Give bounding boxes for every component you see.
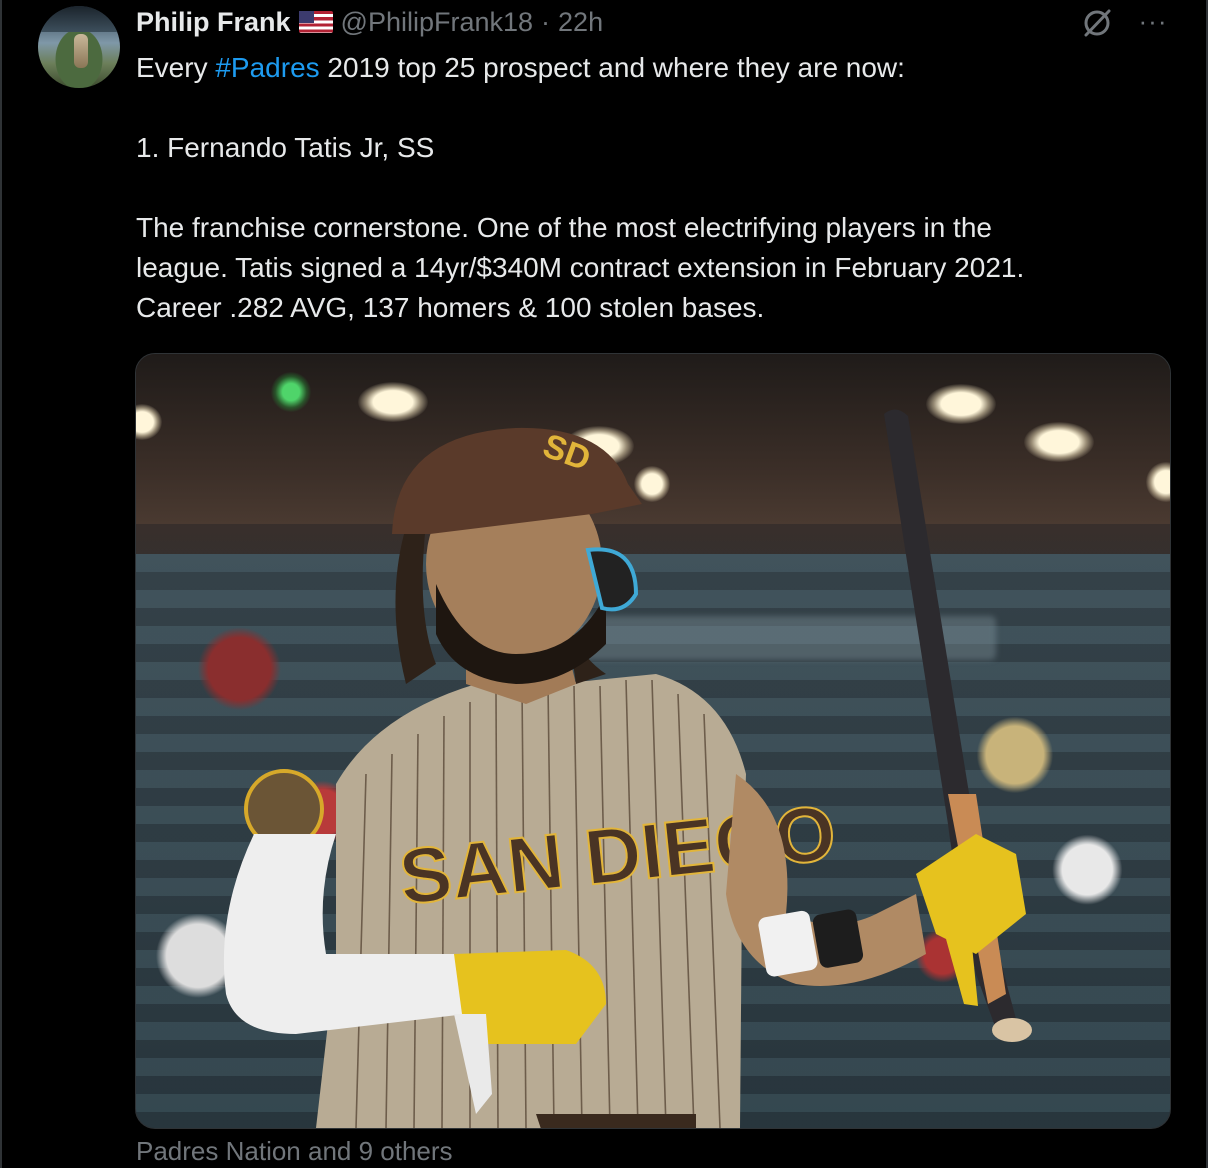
tweet-text: Every #Padres 2019 top 25 prospect and w… <box>136 48 1176 328</box>
left-border <box>0 0 2 1168</box>
author-name[interactable]: Philip Frank <box>136 7 291 38</box>
tweet-line-1-prefix: Every <box>136 52 216 83</box>
grok-icon[interactable] <box>1080 6 1114 40</box>
tweet-line-4: league. Tatis signed a 14yr/$340M contra… <box>136 252 1025 283</box>
separator-dot: · <box>541 6 551 37</box>
more-icon[interactable]: ··· <box>1136 6 1170 36</box>
black-wristband <box>812 909 864 968</box>
us-flag-icon <box>298 11 333 33</box>
social-context[interactable]: Padres Nation and 9 others <box>136 1136 453 1167</box>
timestamp[interactable]: 22h <box>558 7 603 38</box>
helmet <box>392 427 642 534</box>
avatar-stadium-roof <box>38 6 120 32</box>
tweet-line-3: The franchise cornerstone. One of the mo… <box>136 212 992 243</box>
avatar-player-figure <box>74 34 88 68</box>
tweet-photo[interactable]: SAN DIEGO SD <box>135 353 1171 1129</box>
player-illustration: SAN DIEGO SD <box>223 409 1032 1128</box>
batting-glove-right <box>916 834 1026 954</box>
wristband <box>758 910 818 977</box>
hashtag-link[interactable]: #Padres <box>215 52 319 83</box>
tweet-header: Philip Frank @PhilipFrank18 · 22h <box>136 4 603 40</box>
tweet-line-2: 1. Fernando Tatis Jr, SS <box>136 132 435 163</box>
tweet-line-1: Every #Padres 2019 top 25 prospect and w… <box>136 48 1176 88</box>
tweet-line-5: Career .282 AVG, 137 homers & 100 stolen… <box>136 292 765 323</box>
avatar[interactable] <box>38 6 120 88</box>
author-handle[interactable]: @PhilipFrank18 <box>341 7 534 38</box>
tweet-line-1-suffix: 2019 top 25 prospect and where they are … <box>319 52 905 83</box>
